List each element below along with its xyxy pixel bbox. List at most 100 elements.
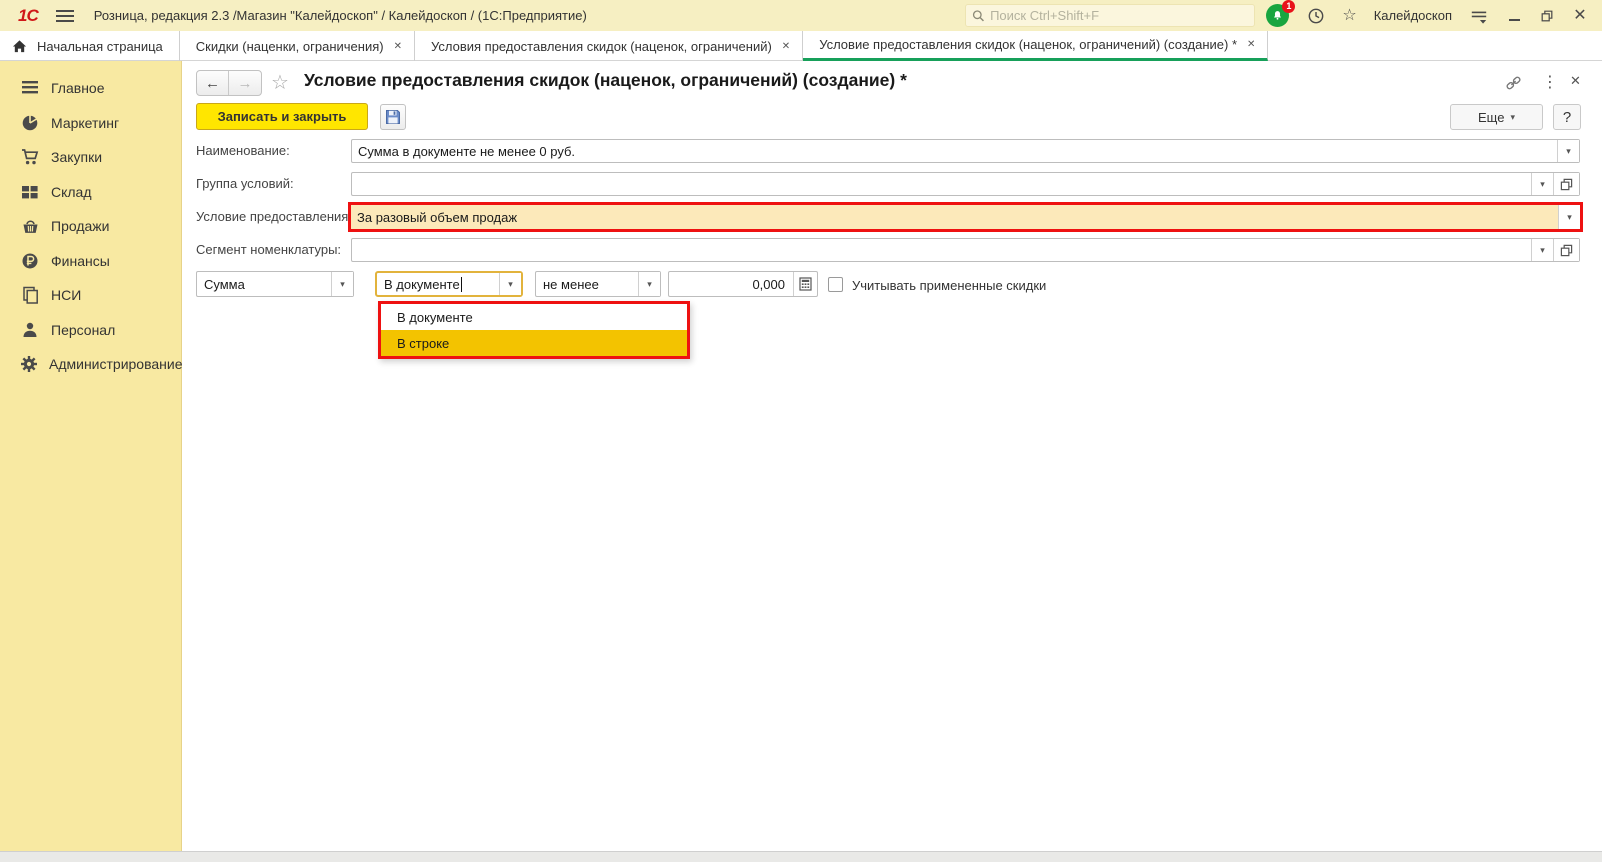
group-field-value (352, 173, 1531, 195)
tab-discount-conditions-list[interactable]: Условия предоставления скидок (наценок, … (415, 31, 804, 61)
metric-combobox[interactable]: Сумма ▾ (196, 271, 354, 297)
back-button[interactable]: ← (197, 71, 229, 95)
tab-close-icon[interactable]: ✕ (1247, 39, 1255, 50)
menu-lines-icon (20, 79, 40, 97)
sidebar-item-personnel[interactable]: Персонал (0, 313, 181, 348)
calculator-button[interactable] (793, 272, 817, 296)
dropdown-option-in-row[interactable]: В строке (381, 330, 687, 356)
app-window: 1С Розница, редакция 2.3 /Магазин "Калей… (0, 0, 1602, 862)
sidebar-item-main[interactable]: Главное (0, 71, 181, 106)
name-field-value: Сумма в документе не менее 0 руб. (358, 143, 576, 159)
form-area: ← → ☆ Условие предоставления скидок (нац… (182, 61, 1602, 851)
chevron-down-icon: ▾ (508, 278, 513, 289)
more-button[interactable]: Еще ▾ (1450, 104, 1543, 130)
save-button[interactable] (380, 104, 406, 130)
current-user-label[interactable]: Калейдоскоп (1374, 8, 1452, 23)
chevron-down-icon: ▾ (1510, 111, 1515, 122)
comparison-combobox[interactable]: не менее ▾ (535, 271, 661, 297)
global-search[interactable] (965, 4, 1255, 27)
condition-field[interactable]: За разовый объем продаж (351, 205, 1558, 229)
segment-open-button[interactable] (1553, 239, 1579, 261)
floppy-disk-icon (386, 110, 400, 124)
cart-icon (20, 148, 40, 166)
tab-home[interactable]: Начальная страница (0, 31, 180, 61)
name-field-label: Наименование: (196, 143, 290, 158)
segment-field-label: Сегмент номенклатуры: (196, 242, 342, 257)
segment-field[interactable]: ▾ (351, 238, 1580, 262)
condition-field-annotation: За разовый объем продаж ▾ (348, 202, 1583, 232)
warehouse-grid-icon (20, 183, 40, 201)
tab-discount-condition-new[interactable]: Условие предоставления скидок (наценок, … (803, 31, 1269, 61)
name-dropdown-button[interactable]: ▾ (1557, 140, 1579, 162)
scope-value: В документе (384, 276, 460, 292)
scope-combobox[interactable]: В документе ▾ (375, 271, 523, 297)
minimize-button[interactable] (1506, 8, 1522, 24)
get-link-icon[interactable] (1504, 75, 1523, 91)
consider-discounts-checkbox[interactable] (828, 277, 843, 292)
help-button[interactable]: ? (1553, 104, 1581, 130)
sidebar-item-finance[interactable]: Финансы (0, 244, 181, 279)
history-icon[interactable] (1307, 7, 1325, 25)
comparison-value: не менее (543, 276, 599, 292)
chevron-down-icon: ▾ (1566, 145, 1571, 156)
window-close-button[interactable]: ✕ (1572, 7, 1588, 24)
amount-field[interactable]: 0,000 (668, 271, 818, 297)
chevron-down-icon: ▾ (1540, 178, 1545, 189)
comparison-dropdown-button[interactable]: ▾ (638, 272, 660, 296)
add-to-favorites-star-icon[interactable]: ☆ (271, 70, 289, 95)
more-actions-kebab-icon[interactable]: ⋮ (1542, 72, 1558, 92)
sidebar-item-warehouse[interactable]: Склад (0, 175, 181, 210)
search-icon (972, 9, 984, 21)
sidebar-item-marketing[interactable]: Маркетинг (0, 106, 181, 141)
sidebar-item-label: Маркетинг (51, 114, 120, 131)
tab-label: Начальная страница (37, 38, 163, 54)
notifications-button[interactable]: 1 (1266, 0, 1296, 28)
segment-dropdown-button[interactable]: ▾ (1531, 239, 1553, 261)
history-nav-buttons: ← → (196, 70, 262, 96)
consider-discounts-label: Учитывать примененные скидки (852, 278, 1047, 293)
forward-button[interactable]: → (229, 71, 261, 95)
notification-badge: 1 (1282, 0, 1296, 13)
segment-field-value (352, 239, 1531, 261)
service-menu-icon[interactable] (1469, 7, 1489, 25)
app-title: Розница, редакция 2.3 /Магазин "Калейдос… (93, 8, 587, 23)
page-title: Условие предоставления скидок (наценок, … (304, 70, 907, 90)
sidebar-item-administration[interactable]: Администрирование (0, 347, 183, 382)
save-and-close-button[interactable]: Записать и закрыть (196, 103, 368, 130)
name-field[interactable]: Сумма в документе не менее 0 руб. ▾ (351, 139, 1580, 163)
favorites-star-icon[interactable]: ☆ (1342, 7, 1356, 24)
search-input[interactable] (990, 8, 1248, 23)
sidebar-item-label: Склад (51, 183, 92, 200)
tab-discounts[interactable]: Скидки (наценки, ограничения) ✕ (180, 31, 415, 61)
condition-dropdown-button[interactable]: ▾ (1558, 205, 1580, 229)
metric-value: Сумма (204, 276, 245, 292)
sidebar-item-purchases[interactable]: Закупки (0, 140, 181, 175)
chevron-down-icon: ▾ (1567, 211, 1572, 222)
sidebar-item-nsi[interactable]: НСИ (0, 278, 181, 313)
more-button-label: Еще (1478, 109, 1505, 125)
ruble-coin-icon (20, 252, 40, 270)
restore-button[interactable] (1539, 8, 1555, 24)
title-bar: 1С Розница, редакция 2.3 /Магазин "Калей… (0, 0, 1602, 31)
window-bottom-edge (0, 851, 1602, 862)
tab-label: Условие предоставления скидок (наценок, … (819, 37, 1238, 52)
sidebar-item-label: Главное (51, 80, 105, 97)
form-close-icon[interactable]: ✕ (1570, 73, 1581, 89)
metric-dropdown-button[interactable]: ▾ (331, 272, 353, 296)
group-field[interactable]: ▾ (351, 172, 1580, 196)
tab-label: Скидки (наценки, ограничения) (195, 38, 384, 54)
amount-value: 0,000 (752, 276, 785, 292)
scope-dropdown-list: В документе В строке (378, 301, 690, 359)
chevron-down-icon: ▾ (647, 278, 652, 289)
back-arrow-icon: ← (205, 74, 220, 92)
main-menu-icon[interactable] (55, 7, 74, 25)
group-open-button[interactable] (1553, 173, 1579, 195)
section-sidebar: Главное Маркетинг Закупки Склад Продажи … (0, 61, 183, 851)
scope-dropdown-button[interactable]: ▾ (499, 273, 521, 295)
dropdown-option-in-document[interactable]: В документе (381, 304, 687, 330)
tab-close-icon[interactable]: ✕ (394, 41, 402, 52)
condition-field-label: Условие предоставления: (196, 209, 352, 224)
sidebar-item-sales[interactable]: Продажи (0, 209, 181, 244)
group-dropdown-button[interactable]: ▾ (1531, 173, 1553, 195)
tab-close-icon[interactable]: ✕ (782, 41, 790, 52)
